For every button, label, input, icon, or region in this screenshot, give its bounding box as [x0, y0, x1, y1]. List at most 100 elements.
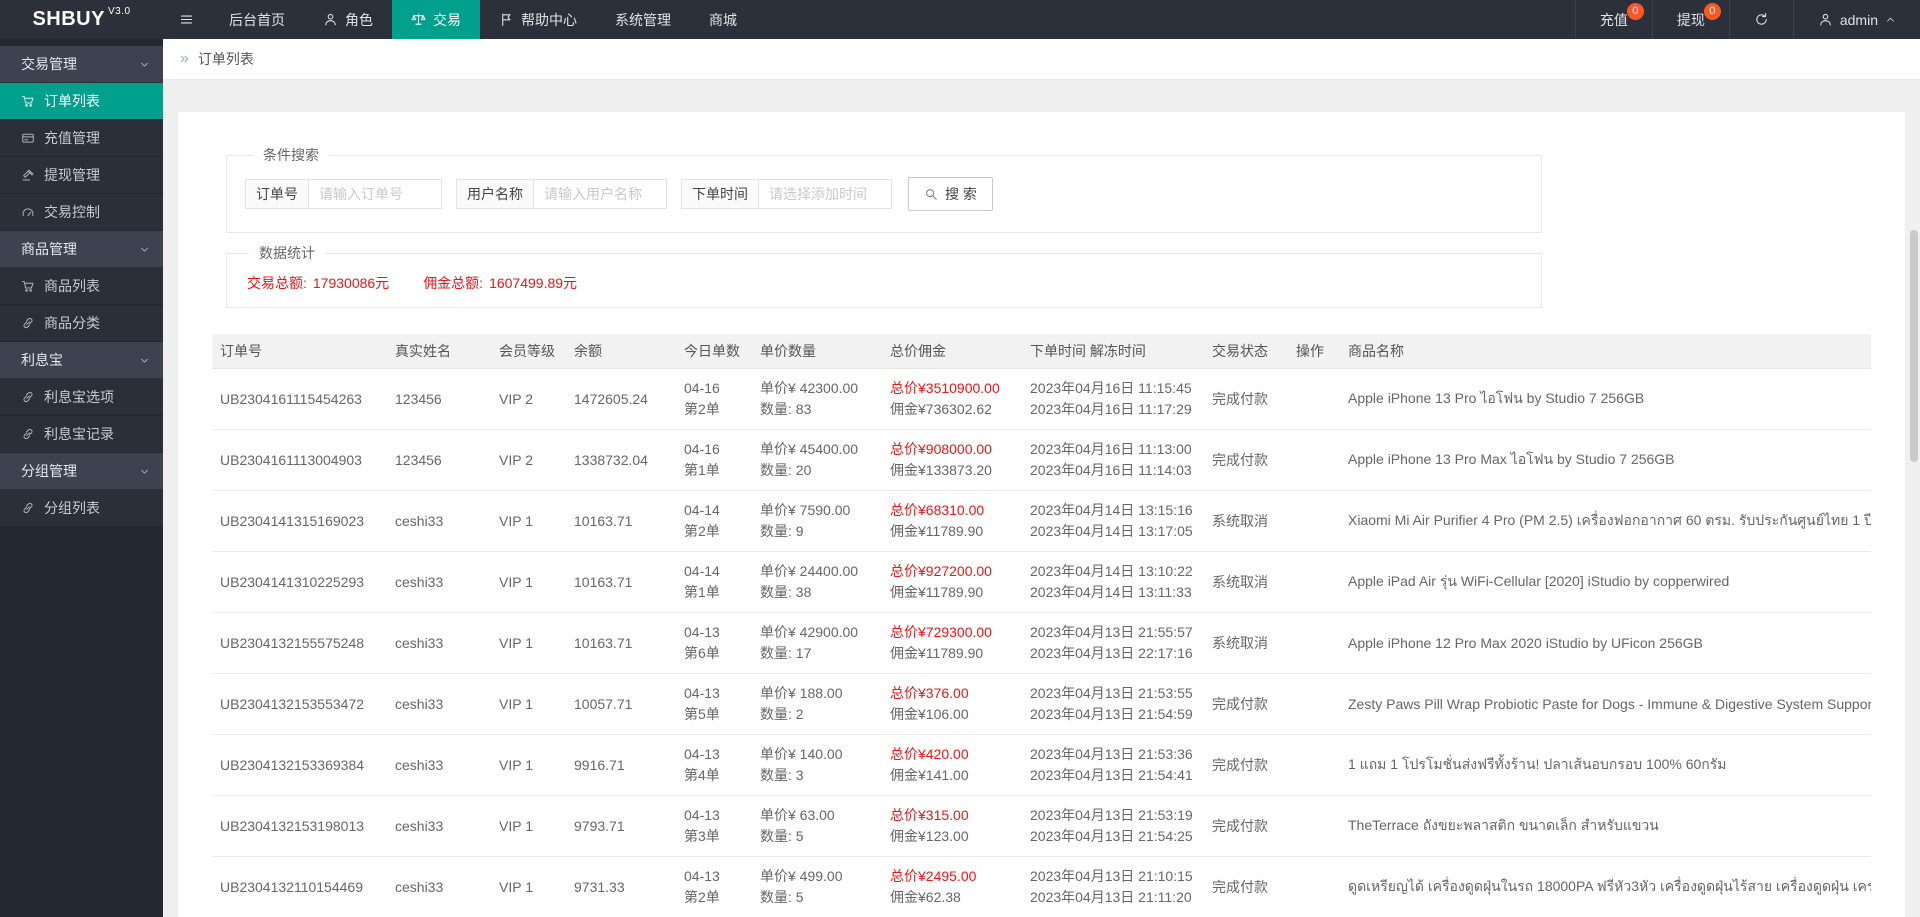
sidebar-group-grouping-management[interactable]: 分组管理: [0, 453, 163, 490]
order-table: 订单号 真实姓名 会员等级 余额 今日单数 单价数量 总价佣金 下单时间 解冻时…: [212, 334, 1871, 917]
nav-item-roles[interactable]: 角色: [304, 0, 392, 39]
chevron-down-icon: [139, 466, 150, 477]
price-qty-cell: 单价¥ 140.00 数量: 3: [752, 734, 882, 796]
refresh-icon: [1754, 12, 1769, 27]
table-row[interactable]: UB2304141315169023 ceshi33 VIP 1 10163.7…: [212, 490, 1871, 552]
person-icon: [1818, 12, 1833, 27]
search-icon: [924, 187, 938, 201]
recharge-button[interactable]: 充值 0: [1574, 0, 1652, 39]
real-name-cell: ceshi33: [387, 612, 491, 674]
nav-item-mall[interactable]: 商城: [690, 0, 756, 39]
total-commission-cell: 总价¥927200.00 佣金¥11789.90: [882, 551, 1022, 613]
sidebar-item-recharge-management[interactable]: 充值管理: [0, 120, 163, 157]
user-menu[interactable]: admin: [1792, 0, 1920, 39]
balance-cell: 1472605.24: [566, 368, 676, 430]
sidebar-toggle-button[interactable]: [163, 0, 210, 39]
status-badge: 完成付款: [1212, 390, 1268, 407]
table-row[interactable]: UB2304141310225293 ceshi33 VIP 1 10163.7…: [212, 551, 1871, 613]
order-no-label: 订单号: [245, 179, 309, 209]
cart-icon: [21, 94, 35, 108]
gavel-icon: [21, 168, 35, 182]
status-badge: 完成付款: [1212, 878, 1268, 895]
nav-item-system[interactable]: 系统管理: [596, 0, 690, 39]
sidebar-item-withdraw-management[interactable]: 提现管理: [0, 157, 163, 194]
action-cell: [1288, 734, 1340, 796]
nav-item-home[interactable]: 后台首页: [210, 0, 304, 39]
order-no-input[interactable]: [309, 179, 442, 209]
price-qty-cell: 单价¥ 499.00 数量: 5: [752, 856, 882, 917]
action-cell: [1288, 490, 1340, 552]
table-row[interactable]: UB2304161113004903 123456 VIP 2 1338732.…: [212, 429, 1871, 491]
nav-menu: 后台首页 角色 交易 帮助中心 系统管理 商城: [163, 0, 756, 39]
username-input[interactable]: [534, 179, 667, 209]
balance-cell: 9916.71: [566, 734, 676, 796]
order-no-cell: UB2304132153369384: [212, 734, 387, 796]
sidebar-item-order-list[interactable]: 订单列表: [0, 83, 163, 120]
order-no-cell: UB2304132110154469: [212, 856, 387, 917]
sidebar-item-interest-options[interactable]: 利息宝选项: [0, 379, 163, 416]
time-cell: 2023年04月13日 21:53:19 2023年04月13日 21:54:25: [1022, 795, 1204, 857]
content-card: 条件搜索 订单号 用户名称 下单时间 搜 索: [178, 112, 1905, 917]
table-row[interactable]: UB2304132153553472 ceshi33 VIP 1 10057.7…: [212, 673, 1871, 735]
product-name-cell: Apple iPad Air รุ่น WiFi-Cellular [2020]…: [1340, 551, 1871, 613]
search-button[interactable]: 搜 索: [908, 177, 993, 211]
product-name-cell: ดูดเหรียญได้ เครื่องดูดฝุ่นในรถ 18000PA …: [1340, 856, 1871, 917]
status-badge: 系统取消: [1212, 634, 1268, 651]
order-time-label: 下单时间: [681, 179, 759, 209]
status-badge: 系统取消: [1212, 512, 1268, 529]
nav-item-help-center[interactable]: 帮助中心: [480, 0, 596, 39]
sidebar-group-trade-management[interactable]: 交易管理: [0, 46, 163, 83]
card-icon: [21, 131, 35, 145]
col-times: 下单时间 解冻时间: [1022, 334, 1204, 369]
vip-level-cell: VIP 1: [491, 612, 566, 674]
table-row[interactable]: UB2304161115454263 123456 VIP 2 1472605.…: [212, 368, 1871, 430]
price-qty-cell: 单价¥ 63.00 数量: 5: [752, 795, 882, 857]
status-badge: 完成付款: [1212, 817, 1268, 834]
sidebar-item-group-list[interactable]: 分组列表: [0, 490, 163, 527]
vip-level-cell: VIP 1: [491, 551, 566, 613]
order-no-cell: UB2304141315169023: [212, 490, 387, 552]
link-icon: [21, 390, 35, 404]
order-no-cell: UB2304132153198013: [212, 795, 387, 857]
table-row[interactable]: UB2304132153198013 ceshi33 VIP 1 9793.71…: [212, 795, 1871, 857]
table-row[interactable]: UB2304132153369384 ceshi33 VIP 1 9916.71…: [212, 734, 1871, 796]
sidebar-item-trade-control[interactable]: 交易控制: [0, 194, 163, 231]
time-cell: 2023年04月16日 11:15:45 2023年04月16日 11:17:29: [1022, 368, 1204, 430]
withdraw-button[interactable]: 提现 0: [1651, 0, 1729, 39]
table-row[interactable]: UB2304132155575248 ceshi33 VIP 1 10163.7…: [212, 612, 1871, 674]
balance-cell: 9793.71: [566, 795, 676, 857]
action-cell: [1288, 673, 1340, 735]
col-price-qty: 单价数量: [752, 334, 882, 369]
order-no-cell: UB2304161115454263: [212, 368, 387, 430]
sidebar-item-product-category[interactable]: 商品分类: [0, 305, 163, 342]
real-name-cell: ceshi33: [387, 673, 491, 735]
link-icon: [21, 427, 35, 441]
vertical-scrollbar[interactable]: [1910, 230, 1918, 462]
sidebar-item-product-list[interactable]: 商品列表: [0, 268, 163, 305]
real-name-cell: ceshi33: [387, 551, 491, 613]
vip-level-cell: VIP 1: [491, 856, 566, 917]
status-cell: 完成付款: [1204, 429, 1288, 491]
order-time-input[interactable]: [759, 179, 892, 209]
main-content: » 订单列表 条件搜索 订单号 用户名称 下单时间: [163, 39, 1920, 917]
total-commission-amount: 佣金总额: 1607499.89元: [423, 275, 578, 291]
chevron-down-icon: [139, 355, 150, 366]
time-cell: 2023年04月13日 21:53:36 2023年04月13日 21:54:41: [1022, 734, 1204, 796]
sidebar-item-interest-records[interactable]: 利息宝记录: [0, 416, 163, 453]
refresh-button[interactable]: [1728, 0, 1793, 39]
nav-item-trade[interactable]: 交易: [392, 0, 480, 39]
brand-logo[interactable]: SHBUY V3.0: [0, 0, 163, 39]
status-badge: 完成付款: [1212, 695, 1268, 712]
real-name-cell: ceshi33: [387, 490, 491, 552]
status-cell: 完成付款: [1204, 368, 1288, 430]
status-cell: 完成付款: [1204, 673, 1288, 735]
sidebar-group-interest-treasure[interactable]: 利息宝: [0, 342, 163, 379]
table-row[interactable]: UB2304132110154469 ceshi33 VIP 1 9731.33…: [212, 856, 1871, 917]
balance-cell: 10163.71: [566, 612, 676, 674]
search-panel: 条件搜索 订单号 用户名称 下单时间 搜 索: [226, 145, 1542, 233]
status-cell: 系统取消: [1204, 612, 1288, 674]
recharge-badge: 0: [1626, 3, 1644, 20]
sidebar-group-product-management[interactable]: 商品管理: [0, 231, 163, 268]
flag-icon: [499, 12, 514, 27]
scales-icon: [411, 12, 426, 27]
